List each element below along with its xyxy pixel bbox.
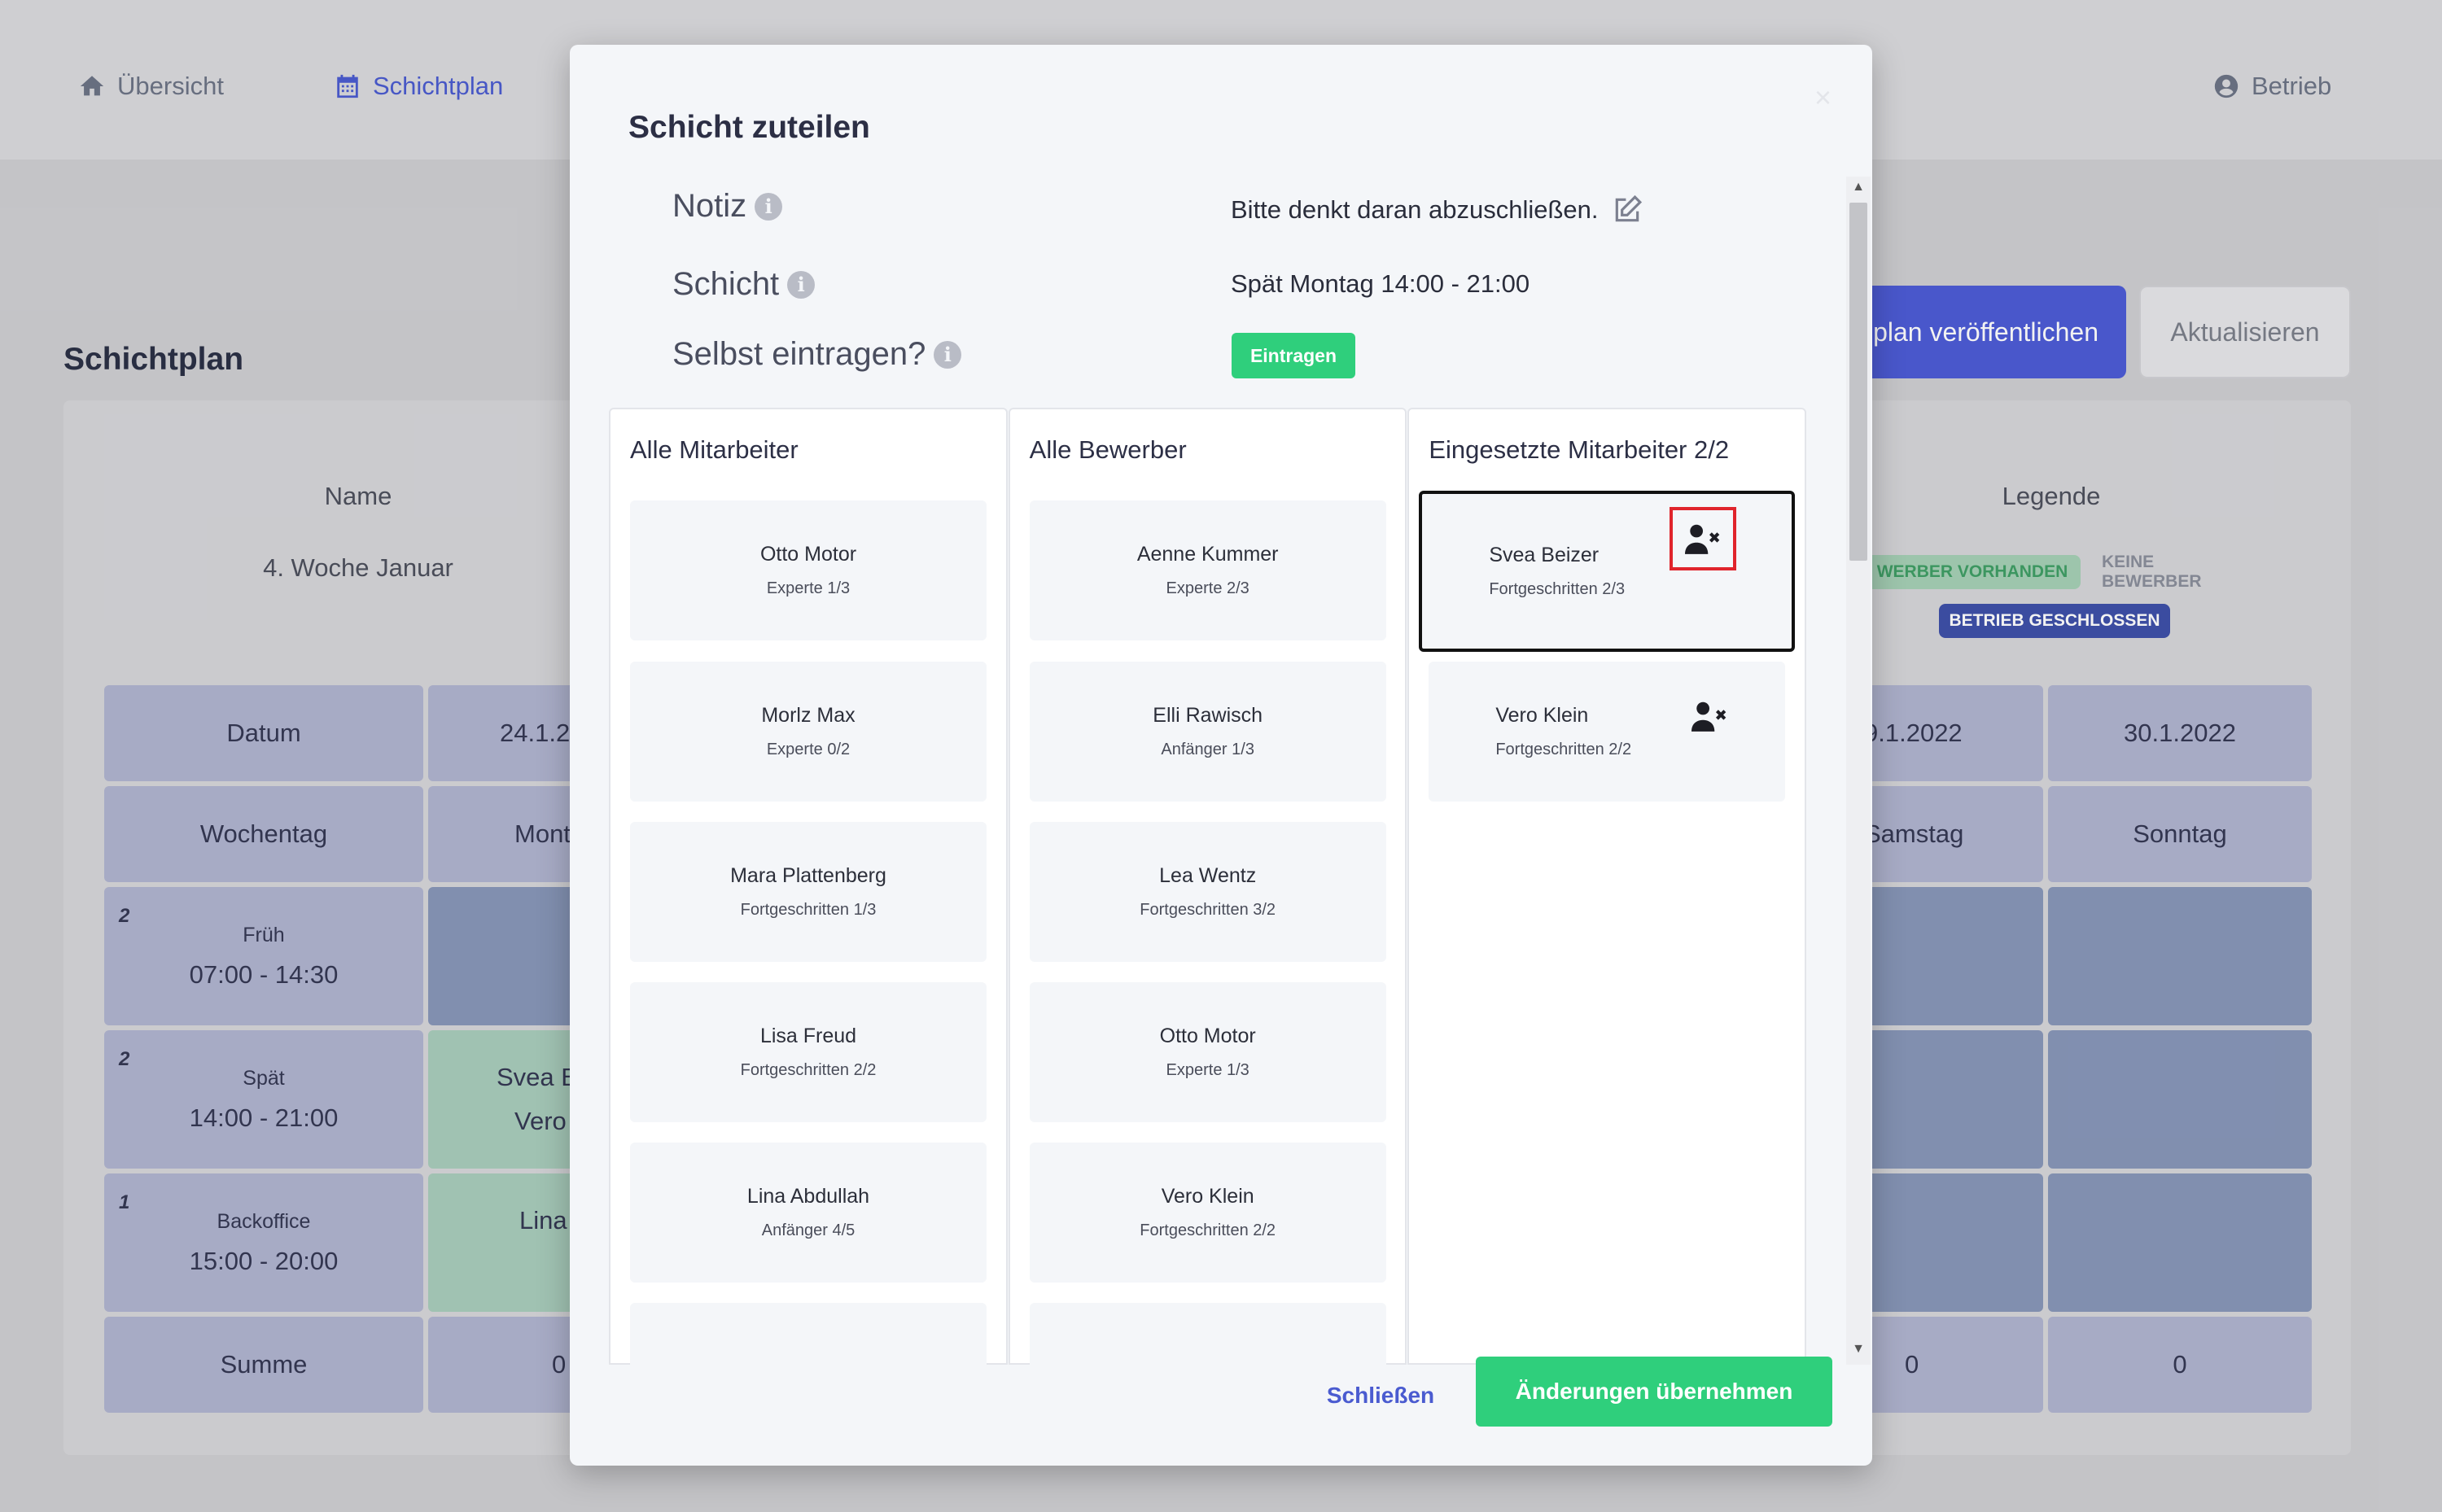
applicant-card[interactable] [1029, 1303, 1386, 1365]
note-label: Notiz [672, 188, 747, 224]
apply-changes-button[interactable]: Änderungen übernehmen [1476, 1357, 1832, 1427]
note-value: Bitte denkt daran abzuschließen. [1231, 195, 1599, 224]
user-remove-icon [1691, 701, 1726, 732]
close-button[interactable]: Schließen [1283, 1370, 1478, 1422]
person-name: Vero Klein [1495, 704, 1589, 727]
person-level: Fortgeschritten 2/2 [1495, 741, 1632, 758]
self-assign-button[interactable]: Eintragen [1232, 333, 1355, 378]
applicant-card[interactable]: Elli Rawisch Anfänger 1/3 [1029, 662, 1386, 802]
info-icon[interactable]: i [787, 270, 816, 299]
person-name: Elli Rawisch [1153, 704, 1263, 727]
info-icon[interactable]: i [755, 192, 783, 221]
scroll-up-arrow-icon[interactable]: ▲ [1846, 180, 1871, 199]
employee-card[interactable]: Lina Abdullah Anfänger 4/5 [630, 1143, 987, 1283]
modal-close-icon[interactable]: × [1814, 81, 1831, 115]
person-level: Anfänger 1/3 [1161, 741, 1254, 758]
person-level: Fortgeschritten 2/3 [1489, 580, 1626, 598]
column-title: Alle Mitarbeiter [630, 435, 799, 464]
person-level: Fortgeschritten 3/2 [1140, 901, 1276, 919]
assign-shift-modal: × Schicht zuteilen Notiz i Bitte denkt d… [570, 45, 1872, 1466]
employee-card[interactable]: Morlz Max Experte 0/2 [630, 662, 987, 802]
shift-label-row: Schicht i [672, 266, 816, 303]
person-name: Otto Motor [1159, 1025, 1256, 1047]
employee-card[interactable]: Lisa Freud Fortgeschritten 2/2 [630, 982, 987, 1122]
all-employees-column: Alle Mitarbeiter Otto Motor Experte 1/3 … [609, 408, 1008, 1365]
employee-card[interactable] [630, 1303, 987, 1365]
remove-employee-button[interactable] [1670, 507, 1737, 570]
remove-employee-button[interactable] [1676, 684, 1743, 748]
edit-icon[interactable] [1612, 194, 1643, 225]
person-name: Svea Beizer [1489, 544, 1600, 566]
person-level: Experte 1/3 [1166, 1061, 1249, 1079]
person-name: Vero Klein [1161, 1185, 1254, 1208]
person-name: Otto Motor [759, 543, 857, 566]
person-name: Mara Plattenberg [730, 864, 886, 887]
modal-title: Schicht zuteilen [628, 110, 870, 145]
employee-card[interactable]: Mara Plattenberg Fortgeschritten 1/3 [630, 822, 987, 962]
shift-label: Schicht [672, 266, 780, 302]
info-icon[interactable]: i [934, 340, 962, 369]
person-level: Experte 2/3 [1166, 579, 1249, 597]
applicant-card[interactable]: Otto Motor Experte 1/3 [1029, 982, 1386, 1122]
note-label-row: Notiz i [672, 188, 783, 225]
person-name: Aenne Kummer [1136, 543, 1279, 566]
employee-card[interactable]: Otto Motor Experte 1/3 [630, 500, 987, 640]
self-assign-label-row: Selbst eintragen? i [672, 336, 962, 373]
column-title: Eingesetzte Mitarbeiter 2/2 [1429, 435, 1730, 464]
user-remove-icon [1685, 524, 1720, 554]
scroll-thumb[interactable] [1849, 203, 1867, 561]
person-level: Experte 0/2 [766, 741, 851, 758]
column-title: Alle Bewerber [1029, 435, 1187, 464]
note-value-row: Bitte denkt daran abzuschließen. [1231, 194, 1643, 225]
applicant-card[interactable]: Vero Klein Fortgeschritten 2/2 [1029, 1143, 1386, 1283]
applicant-card[interactable]: Aenne Kummer Experte 2/3 [1029, 500, 1386, 640]
applicants-column: Alle Bewerber Aenne Kummer Experte 2/3 E… [1008, 408, 1407, 1365]
person-level: Anfänger 4/5 [761, 1221, 856, 1239]
person-name: Lisa Freud [759, 1025, 857, 1047]
self-assign-label: Selbst eintragen? [672, 336, 926, 372]
assigned-employees-column: Eingesetzte Mitarbeiter 2/2 Svea Beizer … [1407, 408, 1807, 1365]
scroll-down-arrow-icon[interactable]: ▼ [1846, 1342, 1871, 1361]
person-level: Experte 1/3 [766, 579, 851, 597]
assigned-employee-card[interactable]: Vero Klein Fortgeschritten 2/2 [1429, 662, 1786, 802]
person-level: Fortgeschritten 2/2 [1140, 1221, 1276, 1239]
modal-scrollbar[interactable]: ▲ ▼ [1846, 177, 1871, 1365]
shift-value: Spät Montag 14:00 - 21:00 [1231, 269, 1530, 298]
person-name: Lea Wentz [1159, 864, 1257, 887]
person-level: Fortgeschritten 1/3 [740, 901, 877, 919]
person-name: Lina Abdullah [746, 1185, 870, 1208]
assignment-columns: Alle Mitarbeiter Otto Motor Experte 1/3 … [609, 408, 1807, 1365]
applicant-card[interactable]: Lea Wentz Fortgeschritten 3/2 [1029, 822, 1386, 962]
assigned-employee-card[interactable]: Svea Beizer Fortgeschritten 2/3 [1419, 491, 1796, 652]
person-level: Fortgeschritten 2/2 [740, 1061, 877, 1079]
person-name: Morlz Max [761, 704, 856, 727]
